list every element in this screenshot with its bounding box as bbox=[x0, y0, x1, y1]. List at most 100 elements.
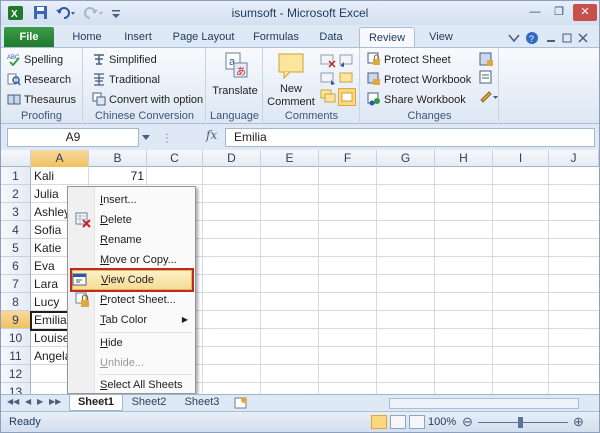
column-header-j[interactable]: J bbox=[549, 150, 599, 167]
status-bar: Ready 100% ⊖ ⊕ bbox=[1, 411, 599, 432]
column-header-g[interactable]: G bbox=[377, 150, 435, 167]
select-all-corner[interactable] bbox=[1, 150, 31, 167]
row-header[interactable]: 13 bbox=[1, 383, 31, 394]
simplified-chinese-icon bbox=[94, 54, 104, 65]
track-changes-icon[interactable] bbox=[479, 88, 499, 104]
tab-review[interactable]: Review bbox=[359, 27, 415, 47]
row-header[interactable]: 2 bbox=[1, 185, 31, 203]
column-header-d[interactable]: D bbox=[203, 150, 261, 167]
spelling-icon: ABC bbox=[7, 55, 20, 66]
tab-view[interactable]: View bbox=[419, 27, 463, 47]
menu-item-view-code[interactable]: View Code bbox=[70, 268, 194, 292]
page-break-view-button[interactable] bbox=[409, 415, 425, 429]
horizontal-scrollbar[interactable] bbox=[389, 398, 579, 409]
zoom-out-icon[interactable]: ⊖ bbox=[462, 414, 473, 430]
row-header[interactable]: 8 bbox=[1, 293, 31, 311]
column-header-e[interactable]: E bbox=[261, 150, 319, 167]
new-comment-icon bbox=[278, 53, 304, 80]
new-comment-button[interactable]: New Comment bbox=[266, 51, 316, 109]
show-comment-icon[interactable] bbox=[338, 70, 354, 86]
share-workbook-button[interactable]: Share Workbook bbox=[367, 92, 466, 109]
menu-item-protect-sheet[interactable]: Protect Sheet... bbox=[70, 290, 194, 310]
spelling-button[interactable]: ABC Spelling bbox=[7, 52, 63, 69]
sheet-tab-sheet3[interactable]: Sheet3 bbox=[175, 395, 229, 411]
translate-button[interactable]: a あ Translate bbox=[209, 51, 261, 98]
tab-file[interactable]: File bbox=[4, 27, 54, 47]
column-header-a[interactable]: A bbox=[31, 150, 89, 167]
traditional-button[interactable]: Traditional bbox=[92, 72, 160, 89]
next-comment-icon[interactable] bbox=[320, 70, 336, 86]
insert-worksheet-icon[interactable] bbox=[233, 396, 249, 410]
submenu-arrow-icon: ▶ bbox=[181, 315, 188, 324]
protect-workbook-button[interactable]: Protect Workbook bbox=[367, 72, 471, 89]
column-header-f[interactable]: F bbox=[319, 150, 377, 167]
svg-text:あ: あ bbox=[236, 66, 246, 78]
zoom-in-icon[interactable]: ⊕ bbox=[573, 414, 584, 430]
research-button[interactable]: Research bbox=[7, 72, 71, 89]
menu-item-tab-color[interactable]: Tab Color ▶ bbox=[70, 310, 194, 330]
protect-sheet-button[interactable]: Protect Sheet bbox=[367, 52, 451, 69]
last-sheet-icon[interactable]: ▶▶ bbox=[49, 397, 61, 406]
active-cell-a9[interactable] bbox=[30, 311, 70, 331]
formula-input[interactable]: Emilia bbox=[225, 128, 595, 147]
menu-item-rename[interactable]: Rename bbox=[70, 230, 194, 250]
row-header[interactable]: 1 bbox=[1, 167, 31, 185]
prev-sheet-icon[interactable]: ◀ bbox=[25, 397, 31, 406]
ribbon-tabs: File Home Insert Page Layout Formulas Da… bbox=[1, 25, 599, 47]
menu-item-unhide: Unhide... bbox=[100, 357, 145, 369]
row-header[interactable]: 10 bbox=[1, 329, 31, 347]
column-header-b[interactable]: B bbox=[89, 150, 147, 167]
zoom-slider-thumb[interactable] bbox=[518, 417, 523, 428]
group-label-chinese-conversion: Chinese Conversion bbox=[94, 110, 195, 122]
row-header[interactable]: 4 bbox=[1, 221, 31, 239]
next-sheet-icon[interactable]: ▶ bbox=[37, 397, 43, 406]
vertical-scrollbar[interactable] bbox=[561, 180, 599, 394]
column-header-h[interactable]: H bbox=[435, 150, 493, 167]
page-layout-view-button[interactable] bbox=[390, 415, 406, 429]
convert-with-option-button[interactable]: Convert with option bbox=[92, 92, 203, 109]
close-icon: ✕ bbox=[580, 6, 590, 18]
sheet-tab-sheet2[interactable]: Sheet2 bbox=[123, 395, 175, 411]
menu-item-hide[interactable]: Hide bbox=[70, 333, 194, 353]
name-box-dropdown-icon[interactable] bbox=[141, 133, 151, 141]
row-header[interactable]: 3 bbox=[1, 203, 31, 221]
simplified-button[interactable]: Simplified bbox=[92, 52, 157, 69]
protect-share-workbook-icon[interactable] bbox=[479, 52, 495, 68]
restore-button[interactable]: ❐ bbox=[548, 4, 570, 21]
row-header[interactable]: 6 bbox=[1, 257, 31, 275]
tab-insert[interactable]: Insert bbox=[114, 27, 162, 47]
delete-comment-icon[interactable] bbox=[320, 52, 336, 68]
cell-a1[interactable]: Kali bbox=[31, 167, 89, 185]
minimize-button[interactable]: — bbox=[524, 4, 546, 21]
close-button[interactable]: ✕ bbox=[573, 4, 597, 21]
tab-formulas[interactable]: Formulas bbox=[245, 27, 307, 47]
first-sheet-icon[interactable]: ◀◀ bbox=[7, 397, 19, 406]
row-header[interactable]: 7 bbox=[1, 275, 31, 293]
cell-b1[interactable]: 71 bbox=[89, 167, 147, 185]
insert-function-button[interactable]: fx bbox=[206, 128, 217, 142]
column-header-c[interactable]: C bbox=[147, 150, 203, 167]
menu-item-insert[interactable]: Insert... bbox=[70, 190, 194, 210]
row-header[interactable]: 9 bbox=[1, 311, 31, 329]
zoom-level[interactable]: 100% bbox=[428, 416, 456, 428]
name-box[interactable]: A9 bbox=[7, 128, 139, 147]
allow-users-edit-ranges-icon[interactable] bbox=[479, 70, 495, 86]
sheet-tab-sheet1[interactable]: Sheet1 bbox=[69, 395, 123, 411]
tab-data[interactable]: Data bbox=[311, 27, 351, 47]
zoom-slider[interactable] bbox=[478, 422, 568, 423]
row-header[interactable]: 11 bbox=[1, 347, 31, 365]
normal-view-button[interactable] bbox=[371, 415, 387, 429]
tab-home[interactable]: Home bbox=[64, 27, 110, 47]
menu-item-delete[interactable]: Delete bbox=[70, 210, 194, 230]
menu-item-select-all-sheets[interactable]: Select All Sheets bbox=[70, 375, 194, 395]
column-header-i[interactable]: I bbox=[493, 150, 549, 167]
row-header[interactable]: 5 bbox=[1, 239, 31, 257]
show-ink-icon[interactable] bbox=[338, 88, 356, 106]
row-header[interactable]: 12 bbox=[1, 365, 31, 383]
menu-item-move-or-copy[interactable]: Move or Copy... bbox=[70, 250, 194, 270]
previous-comment-icon[interactable] bbox=[338, 52, 354, 68]
show-all-comments-icon[interactable] bbox=[320, 88, 336, 104]
tab-page-layout[interactable]: Page Layout bbox=[166, 27, 241, 47]
share-workbook-icon bbox=[367, 92, 380, 106]
thesaurus-button[interactable]: Thesaurus bbox=[7, 92, 76, 109]
